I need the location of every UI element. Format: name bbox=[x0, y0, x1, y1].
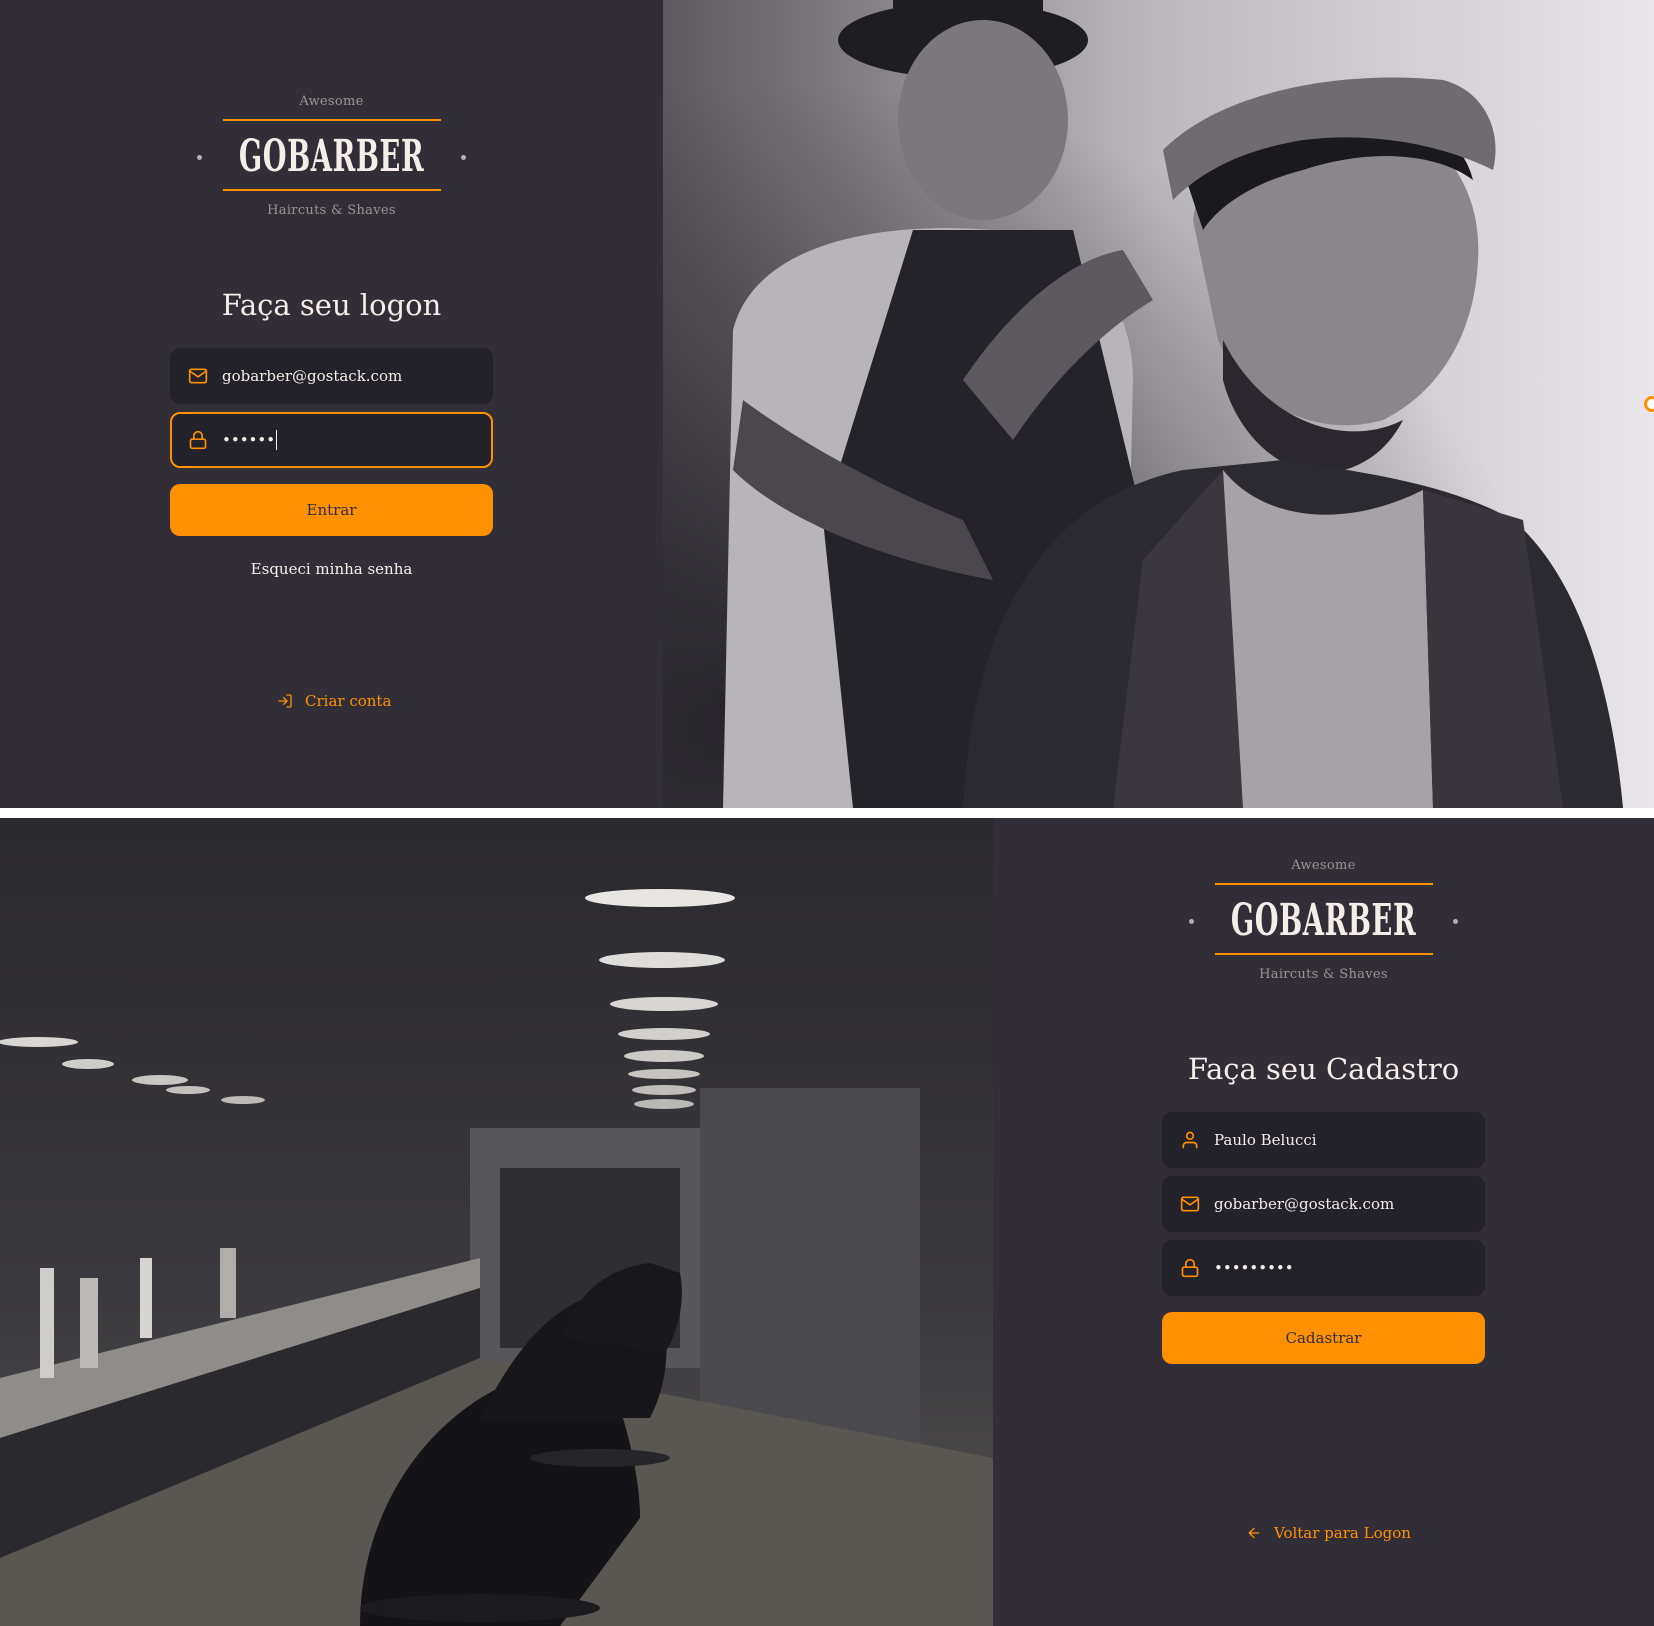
barbershop-interior-photo bbox=[0, 818, 993, 1626]
text-caret bbox=[276, 430, 278, 450]
signup-screen: Awesome GOBARBER Haircuts & Shaves Faça … bbox=[0, 818, 1654, 1626]
logo-dot bbox=[1188, 918, 1194, 924]
log-in-icon bbox=[278, 694, 292, 708]
logo-word: GOBARBER bbox=[1230, 895, 1417, 946]
logo: Awesome GOBARBER Haircuts & Shaves bbox=[196, 94, 467, 218]
login-screen: Awesome GOBARBER Haircuts & Shaves Faça … bbox=[0, 0, 1654, 808]
lock-icon bbox=[1181, 1258, 1199, 1278]
logo-bottom-text: Haircuts & Shaves bbox=[1259, 967, 1388, 982]
logo-dot bbox=[196, 154, 202, 160]
barber-cutting-hair-photo bbox=[663, 0, 1654, 808]
logo-dot bbox=[461, 154, 467, 160]
mail-icon bbox=[1180, 1196, 1200, 1212]
scroll-indicator bbox=[1644, 396, 1654, 412]
back-to-logon-link[interactable]: Voltar para Logon bbox=[1246, 1524, 1411, 1542]
signup-panel: Awesome GOBARBER Haircuts & Shaves Faça … bbox=[993, 818, 1654, 1626]
password-field[interactable]: ••••••••• bbox=[1162, 1240, 1485, 1296]
name-field[interactable] bbox=[1162, 1112, 1485, 1168]
logo: Awesome GOBARBER Haircuts & Shaves bbox=[1188, 858, 1459, 982]
page-title: Faça seu logon bbox=[221, 288, 442, 322]
forgot-password-link[interactable]: Esqueci minha senha bbox=[251, 560, 413, 578]
logo-bottom-rule bbox=[1214, 953, 1433, 955]
password-input[interactable]: ••••••••• bbox=[1214, 1259, 1294, 1277]
login-panel: Awesome GOBARBER Haircuts & Shaves Faça … bbox=[0, 0, 663, 808]
logo-word: GOBARBER bbox=[238, 131, 425, 182]
name-input[interactable] bbox=[1214, 1131, 1467, 1149]
page-title: Faça seu Cadastro bbox=[1187, 1052, 1460, 1086]
create-account-label: Criar conta bbox=[305, 692, 392, 710]
photo-illustration bbox=[663, 0, 1654, 808]
email-field[interactable] bbox=[1162, 1176, 1485, 1232]
arrow-left-icon bbox=[1248, 1527, 1260, 1539]
logo-bottom-text: Haircuts & Shaves bbox=[267, 203, 396, 218]
email-input[interactable] bbox=[222, 367, 475, 385]
back-to-logon-label: Voltar para Logon bbox=[1274, 1524, 1411, 1542]
password-input[interactable]: •••••• bbox=[222, 431, 275, 449]
logo-top-text: Awesome bbox=[1291, 858, 1356, 873]
mail-icon bbox=[188, 368, 208, 384]
user-icon bbox=[1182, 1131, 1198, 1149]
logo-top-text: Awesome bbox=[299, 94, 364, 109]
logo-wordmark: GOBARBER bbox=[1188, 885, 1459, 953]
logo-dot bbox=[1453, 918, 1459, 924]
logo-wordmark: GOBARBER bbox=[196, 121, 467, 189]
submit-button[interactable]: Cadastrar bbox=[1162, 1312, 1485, 1364]
submit-button[interactable]: Entrar bbox=[170, 484, 493, 536]
lock-icon bbox=[189, 430, 207, 450]
email-input[interactable] bbox=[1214, 1195, 1467, 1213]
create-account-link[interactable]: Criar conta bbox=[277, 692, 391, 710]
logo-bottom-rule bbox=[222, 189, 441, 191]
photo-illustration bbox=[0, 818, 993, 1626]
password-field[interactable]: •••••• bbox=[170, 412, 493, 468]
email-field[interactable] bbox=[170, 348, 493, 404]
